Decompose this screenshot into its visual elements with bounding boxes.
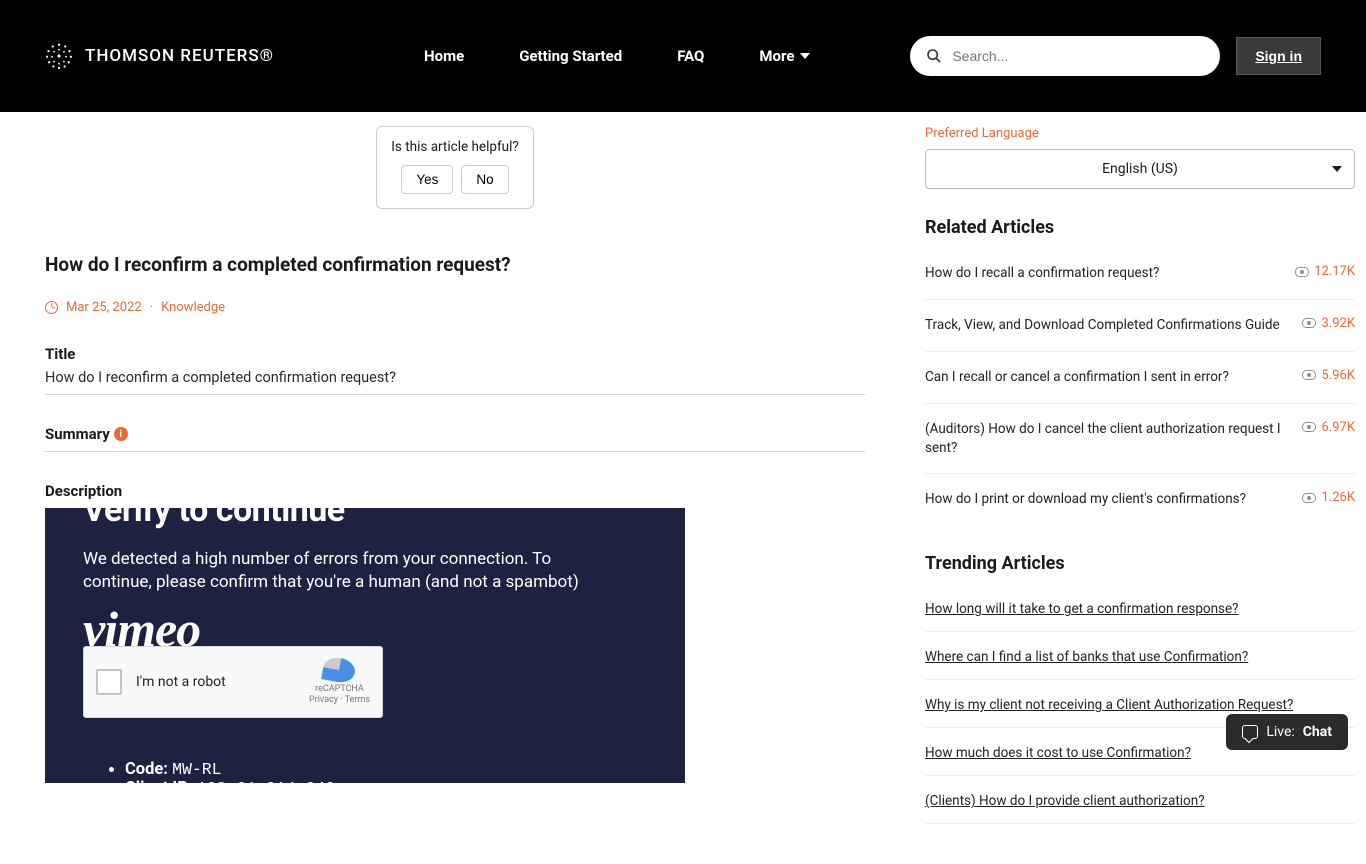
related-item[interactable]: Track, View, and Download Completed Conf… bbox=[925, 300, 1355, 352]
embed-details-list: Code: MW-RL Client IP: 108.61.214.240 bbox=[125, 760, 647, 783]
chat-widget[interactable]: Live: Chat bbox=[1226, 714, 1348, 750]
title-label: Title bbox=[45, 345, 865, 363]
eye-icon bbox=[1302, 370, 1316, 380]
embed-ip-label: Client IP: bbox=[125, 779, 192, 783]
embed-title: Verify to continue bbox=[83, 508, 647, 530]
search-input[interactable] bbox=[952, 48, 1204, 64]
chat-prefix: Live: bbox=[1266, 724, 1294, 740]
embed-code-row: Code: MW-RL bbox=[125, 760, 647, 779]
related-views: 1.26K bbox=[1302, 490, 1355, 505]
brand-name: THOMSON REUTERS® bbox=[85, 46, 274, 66]
views-count: 3.92K bbox=[1321, 316, 1355, 331]
article-heading: How do I reconfirm a completed confirmat… bbox=[45, 253, 865, 276]
info-icon[interactable]: i bbox=[114, 427, 128, 441]
recaptcha-brand: reCAPTCHA bbox=[309, 684, 370, 695]
recaptcha-widget[interactable]: I'm not a robot reCAPTCHA Privacy · Term… bbox=[83, 646, 383, 718]
trending-link[interactable]: (Clients) How do I provide client author… bbox=[925, 793, 1205, 809]
related-views: 3.92K bbox=[1302, 316, 1355, 331]
related-item[interactable]: How do I print or download my client's c… bbox=[925, 474, 1355, 525]
related-views: 6.97K bbox=[1302, 420, 1355, 435]
chat-icon bbox=[1242, 725, 1258, 739]
article-main: Is this article helpful? Yes No How do I… bbox=[45, 126, 865, 824]
brand-mark-icon bbox=[45, 42, 73, 70]
related-title: Can I recall or cancel a confirmation I … bbox=[925, 368, 1282, 387]
embed-code-value: MW-RL bbox=[172, 760, 222, 779]
language-select[interactable]: English (US) bbox=[925, 149, 1355, 189]
recaptcha-checkbox[interactable] bbox=[96, 669, 122, 695]
summary-field: Summary i bbox=[45, 425, 865, 452]
embed-ip-value: 108.61.214.240 bbox=[197, 779, 336, 783]
chevron-down-icon bbox=[1332, 166, 1342, 172]
recaptcha-icon bbox=[322, 656, 358, 685]
article-date: Mar 25, 2022 bbox=[66, 300, 142, 315]
primary-nav: Home Getting Started FAQ More bbox=[424, 47, 810, 65]
helpful-widget: Is this article helpful? Yes No bbox=[376, 126, 534, 209]
recaptcha-legal: Privacy · Terms bbox=[309, 695, 370, 706]
embed-code-label: Code: bbox=[125, 760, 168, 779]
trending-list: How long will it take to get a confirmat… bbox=[925, 584, 1355, 824]
helpful-yes-button[interactable]: Yes bbox=[401, 165, 453, 194]
trending-heading: Trending Articles bbox=[925, 553, 1355, 574]
related-views: 5.96K bbox=[1302, 368, 1355, 383]
eye-icon bbox=[1302, 493, 1316, 503]
title-field: Title How do I reconfirm a completed con… bbox=[45, 345, 865, 395]
embed-ip-row: Client IP: 108.61.214.240 bbox=[125, 779, 647, 783]
nav-home[interactable]: Home bbox=[424, 47, 464, 65]
trending-item: How long will it take to get a confirmat… bbox=[925, 584, 1355, 632]
language-value: English (US) bbox=[1102, 161, 1178, 177]
nav-more-label: More bbox=[759, 47, 794, 65]
related-item[interactable]: (Auditors) How do I cancel the client au… bbox=[925, 404, 1355, 475]
related-title: Track, View, and Download Completed Conf… bbox=[925, 316, 1282, 335]
eye-icon bbox=[1302, 422, 1316, 432]
chat-label: Chat bbox=[1303, 724, 1332, 740]
title-value: How do I reconfirm a completed confirmat… bbox=[45, 369, 865, 386]
nav-faq[interactable]: FAQ bbox=[677, 47, 704, 65]
nav-more[interactable]: More bbox=[759, 47, 810, 65]
meta-separator: · bbox=[150, 300, 153, 315]
helpful-question: Is this article helpful? bbox=[391, 139, 519, 155]
pref-lang-label: Preferred Language bbox=[925, 126, 1355, 141]
views-count: 1.26K bbox=[1321, 490, 1355, 505]
clock-icon bbox=[45, 301, 58, 314]
trending-link[interactable]: Where can I find a list of banks that us… bbox=[925, 649, 1248, 665]
search-box[interactable] bbox=[910, 36, 1220, 76]
trending-link[interactable]: Why is my client not receiving a Client … bbox=[925, 697, 1293, 713]
article-meta: Mar 25, 2022 · Knowledge bbox=[45, 300, 865, 315]
trending-link[interactable]: How much does it cost to use Confirmatio… bbox=[925, 745, 1191, 761]
video-embed: Verify to continue We detected a high nu… bbox=[45, 508, 685, 783]
related-heading: Related Articles bbox=[925, 217, 1355, 238]
related-item[interactable]: How do I recall a confirmation request? … bbox=[925, 248, 1355, 300]
search-icon bbox=[926, 48, 942, 64]
related-item[interactable]: Can I recall or cancel a confirmation I … bbox=[925, 352, 1355, 404]
summary-label: Summary bbox=[45, 425, 110, 443]
embed-body: We detected a high number of errors from… bbox=[83, 548, 583, 594]
related-list: How do I recall a confirmation request? … bbox=[925, 248, 1355, 525]
helpful-no-button[interactable]: No bbox=[461, 165, 508, 194]
related-title: (Auditors) How do I cancel the client au… bbox=[925, 420, 1282, 458]
trending-item: Where can I find a list of banks that us… bbox=[925, 632, 1355, 680]
eye-icon bbox=[1295, 267, 1309, 277]
nav-getting-started[interactable]: Getting Started bbox=[519, 47, 622, 65]
signin-button[interactable]: Sign in bbox=[1236, 37, 1321, 75]
trending-link[interactable]: How long will it take to get a confirmat… bbox=[925, 601, 1239, 617]
recaptcha-label: I'm not a robot bbox=[136, 674, 295, 690]
top-nav: THOMSON REUTERS® Home Getting Started FA… bbox=[0, 0, 1366, 112]
views-count: 12.17K bbox=[1314, 264, 1355, 279]
views-count: 5.96K bbox=[1321, 368, 1355, 383]
recaptcha-badge: reCAPTCHA Privacy · Terms bbox=[309, 658, 370, 706]
chevron-down-icon bbox=[800, 53, 810, 59]
article-category: Knowledge bbox=[161, 300, 225, 315]
related-title: How do I recall a confirmation request? bbox=[925, 264, 1275, 283]
views-count: 6.97K bbox=[1321, 420, 1355, 435]
description-label: Description bbox=[45, 482, 865, 500]
related-views: 12.17K bbox=[1295, 264, 1355, 279]
trending-item: (Clients) How do I provide client author… bbox=[925, 776, 1355, 824]
related-title: How do I print or download my client's c… bbox=[925, 490, 1282, 509]
brand-logo[interactable]: THOMSON REUTERS® bbox=[45, 42, 274, 70]
eye-icon bbox=[1302, 318, 1316, 328]
